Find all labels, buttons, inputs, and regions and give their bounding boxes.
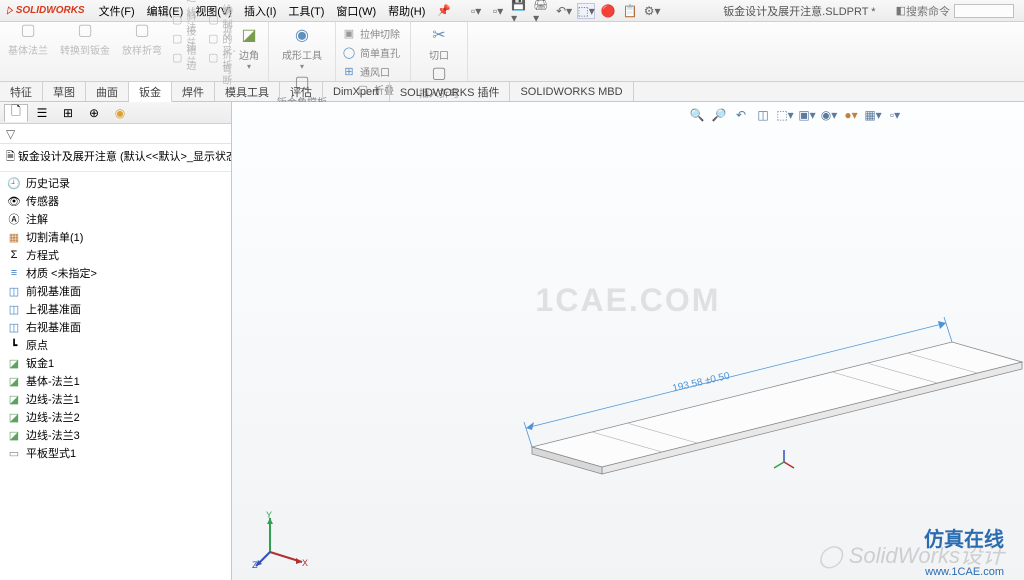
watermark-url: www.1CAE.com xyxy=(925,566,1004,578)
lofted-bend-button: ▢放样折弯 xyxy=(120,19,164,57)
side-tabs: 🗋 ☰ ⊞ ⊕ ◉ xyxy=(0,102,231,124)
menu-file[interactable]: 文件(F) xyxy=(93,3,141,19)
tab-addins[interactable]: SOLIDWORKS 插件 xyxy=(390,82,511,101)
tab-sheetmetal[interactable]: 钣金 xyxy=(129,82,172,102)
forming-tool-button[interactable]: ◉成形工具▾ xyxy=(275,24,329,71)
menu-tools[interactable]: 工具(T) xyxy=(282,3,330,19)
tree-base-flange1[interactable]: ◪基体-法兰1 xyxy=(0,372,231,390)
tree-top-plane[interactable]: ◫上视基准面 xyxy=(0,300,231,318)
ribbon-group-forming: ◉成形工具▾ ▢钣金角撑板 xyxy=(269,22,336,81)
search-input[interactable] xyxy=(954,4,1014,18)
side-tab-display-icon[interactable]: ◉ xyxy=(108,104,132,122)
settings-icon[interactable]: ⚙▾ xyxy=(643,3,661,19)
rip-button[interactable]: ✂切口 xyxy=(417,24,461,62)
rebuild-icon[interactable]: 🔴 xyxy=(599,3,617,19)
ribbon: ▢基体法兰 ▢转换到钣金 ▢放样折弯 ▢边线法兰 ▢斜接法兰 ▢褶边 ▢转折 ▢… xyxy=(0,22,1024,82)
vent-button[interactable]: ⊞通风口 xyxy=(342,62,404,80)
convert-button: ▢转换到钣金 xyxy=(58,19,112,57)
base-flange-button: ▢基体法兰 xyxy=(6,19,50,57)
new-icon[interactable]: ▫▾ xyxy=(467,3,485,19)
side-tab-feature-tree-icon[interactable]: 🗋 xyxy=(4,104,28,122)
tree-history[interactable]: 🕘历史记录 xyxy=(0,174,231,192)
tab-mold-tools[interactable]: 模具工具 xyxy=(215,82,280,101)
search-target-icon: ◧ xyxy=(896,4,906,17)
display-style-icon[interactable]: ▣▾ xyxy=(798,106,816,124)
print-icon[interactable]: 🖨▾ xyxy=(533,3,551,19)
side-tab-config-icon[interactable]: ⊞ xyxy=(56,104,80,122)
tab-evaluate[interactable]: 评估 xyxy=(280,82,323,101)
side-tab-property-icon[interactable]: ☰ xyxy=(30,104,54,122)
ribbon-group-rip: ✂切口 ▢插入折弯 xyxy=(411,22,468,81)
apply-scene-icon[interactable]: ▦▾ xyxy=(864,106,882,124)
tree-sheetmetal1[interactable]: ◪钣金1 xyxy=(0,354,231,372)
tab-weldments[interactable]: 焊件 xyxy=(172,82,215,101)
body: 🗋 ☰ ⊞ ⊕ ◉ ▽ 🗎 钣金设计及展开注意 (默认<<默认>_显示状态 1>… xyxy=(0,102,1024,580)
open-icon[interactable]: ▫▾ xyxy=(489,3,507,19)
edit-appearance-icon[interactable]: ●▾ xyxy=(842,106,860,124)
tree-filter[interactable]: ▽ xyxy=(0,124,231,144)
coordinate-triad-icon: Y X Z xyxy=(252,510,312,570)
graphics-viewport[interactable]: 🔍 🔎 ↶ ◫ ⬚▾ ▣▾ ◉▾ ●▾ ▦▾ ▫▾ 1CAE.COM xyxy=(232,102,1024,580)
tree-sensors[interactable]: 👁传感器 xyxy=(0,192,231,210)
tab-sketch[interactable]: 草图 xyxy=(43,82,86,101)
side-tab-dimxpert-icon[interactable]: ⊕ xyxy=(82,104,106,122)
tree-flat-pattern1[interactable]: ▭平板型式1 xyxy=(0,444,231,462)
tree-edge-flange3[interactable]: ◪边线-法兰3 xyxy=(0,426,231,444)
view-settings-icon[interactable]: ▫▾ xyxy=(886,106,904,124)
hem-button: ▢褶边 xyxy=(172,48,200,66)
ribbon-group-cut: ▣拉伸切除 ◯简单直孔 ⊞通风口 ▢折叠 ▢不折弯 ◇展开 xyxy=(336,22,411,81)
section-view-icon[interactable]: ◫ xyxy=(754,106,772,124)
watermark-brand: 仿真在线 xyxy=(924,523,1004,552)
search-box[interactable]: ◧ 搜索命令 xyxy=(896,3,1014,19)
corners-button[interactable]: ◪边角▾ xyxy=(236,24,262,71)
tree-front-plane[interactable]: ◫前视基准面 xyxy=(0,282,231,300)
hide-show-icon[interactable]: ◉▾ xyxy=(820,106,838,124)
zoom-area-icon[interactable]: 🔎 xyxy=(710,106,728,124)
feature-manager-panel: 🗋 ☰ ⊞ ⊕ ◉ ▽ 🗎 钣金设计及展开注意 (默认<<默认>_显示状态 1>… xyxy=(0,102,232,580)
tab-surfaces[interactable]: 曲面 xyxy=(86,82,129,101)
feature-tree: 🕘历史记录 👁传感器 Ⓐ注解 ▦切割清单(1) Σ方程式 ≡材质 <未指定> ◫… xyxy=(0,172,231,580)
menu-help[interactable]: 帮助(H) xyxy=(382,3,431,19)
tree-cutlist[interactable]: ▦切割清单(1) xyxy=(0,228,231,246)
options-icon[interactable]: 📋 xyxy=(621,3,639,19)
tree-equations[interactable]: Σ方程式 xyxy=(0,246,231,264)
document-title: 钣金设计及展开注意.SLDPRT * xyxy=(723,3,875,19)
save-icon[interactable]: 💾▾ xyxy=(511,3,529,19)
menu-insert[interactable]: 插入(I) xyxy=(238,3,282,19)
3d-model[interactable] xyxy=(512,302,1024,512)
view-heads-up-toolbar: 🔍 🔎 ↶ ◫ ⬚▾ ▣▾ ◉▾ ●▾ ▦▾ ▫▾ xyxy=(688,106,904,124)
quick-access-toolbar: ▫▾ ▫▾ 💾▾ 🖨▾ ↶▾ ⬚▾ 🔴 📋 ⚙▾ xyxy=(467,3,661,19)
svg-text:X: X xyxy=(302,558,308,568)
tree-material[interactable]: ≡材质 <未指定> xyxy=(0,264,231,282)
ribbon-group-flange: ▢基体法兰 ▢转换到钣金 ▢放样折弯 ▢边线法兰 ▢斜接法兰 ▢褶边 ▢转折 ▢… xyxy=(0,22,230,81)
select-icon[interactable]: ⬚▾ xyxy=(577,3,595,19)
view-orientation-icon[interactable]: ⬚▾ xyxy=(776,106,794,124)
tab-mbd[interactable]: SOLIDWORKS MBD xyxy=(510,82,633,101)
simple-hole-button[interactable]: ◯简单直孔 xyxy=(342,43,404,61)
command-tabs: 特征 草图 曲面 钣金 焊件 模具工具 评估 DimXpert SOLIDWOR… xyxy=(0,82,1024,102)
tree-origin[interactable]: ┗原点 xyxy=(0,336,231,354)
menu-pin-icon[interactable]: 📌 xyxy=(431,4,457,17)
extrude-cut-button[interactable]: ▣拉伸切除 xyxy=(342,24,404,42)
tree-root[interactable]: 🗎 钣金设计及展开注意 (默认<<默认>_显示状态 1> xyxy=(0,144,231,172)
undo-icon[interactable]: ↶▾ xyxy=(555,3,573,19)
tree-annotations[interactable]: Ⓐ注解 xyxy=(0,210,231,228)
tab-dimxpert[interactable]: DimXpert xyxy=(323,82,390,101)
prev-view-icon[interactable]: ↶ xyxy=(732,106,750,124)
zoom-fit-icon[interactable]: 🔍 xyxy=(688,106,706,124)
tree-edge-flange2[interactable]: ◪边线-法兰2 xyxy=(0,408,231,426)
menu-window[interactable]: 窗口(W) xyxy=(330,3,382,19)
tree-edge-flange1[interactable]: ◪边线-法兰1 xyxy=(0,390,231,408)
origin-triad-icon xyxy=(772,450,796,474)
app-logo: SOLIDWORKS xyxy=(6,5,85,16)
tree-right-plane[interactable]: ◫右视基准面 xyxy=(0,318,231,336)
tab-features[interactable]: 特征 xyxy=(0,82,43,101)
svg-text:Y: Y xyxy=(266,510,272,520)
ribbon-group-corners: ◪边角▾ xyxy=(230,22,269,81)
